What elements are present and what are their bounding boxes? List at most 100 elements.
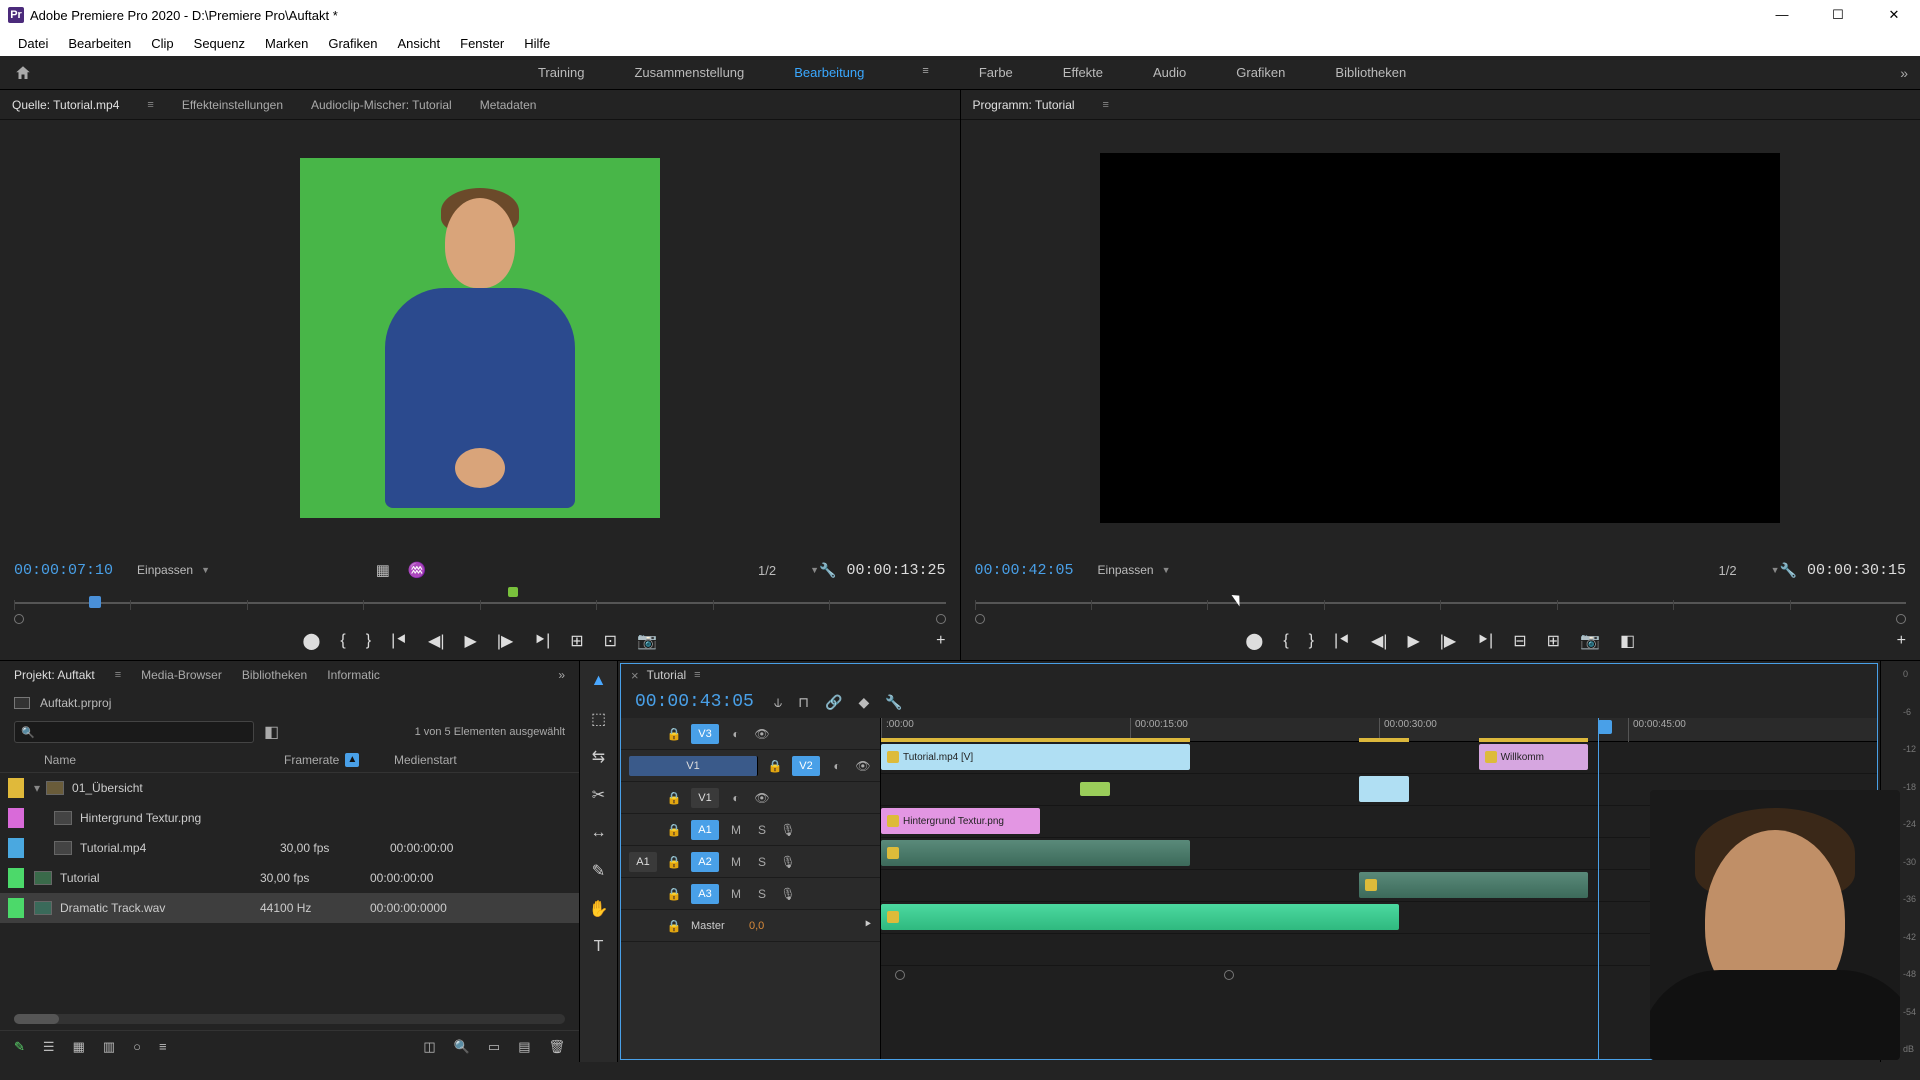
go-in-icon[interactable]: |⯇ bbox=[1334, 632, 1351, 650]
close-button[interactable]: ✕ bbox=[1876, 7, 1912, 23]
solo-button[interactable]: S bbox=[753, 853, 771, 871]
clip-image[interactable]: Hintergrund Textur.png bbox=[881, 808, 1040, 834]
source-scrubber[interactable] bbox=[14, 584, 946, 622]
drag-audio-icon[interactable]: ♒ bbox=[408, 561, 427, 579]
workspace-effekte[interactable]: Effekte bbox=[1063, 65, 1103, 80]
zoom-slider[interactable]: ○ bbox=[133, 1039, 141, 1054]
find-icon[interactable]: 🔍 bbox=[454, 1039, 470, 1055]
expand-icon[interactable]: ⯈ bbox=[863, 919, 872, 932]
project-tab-media[interactable]: Media-Browser bbox=[141, 668, 222, 682]
play-icon[interactable]: ▶ bbox=[465, 631, 477, 651]
menu-bearbeiten[interactable]: Bearbeiten bbox=[58, 36, 141, 51]
drag-video-icon[interactable]: ▦ bbox=[376, 561, 390, 579]
add-button-icon[interactable]: + bbox=[1897, 632, 1906, 650]
chevron-down-icon[interactable]: ▼ bbox=[1162, 565, 1171, 575]
icon-view-icon[interactable]: ▦ bbox=[73, 1039, 85, 1055]
tab-menu-icon[interactable]: ≡ bbox=[1103, 99, 1109, 111]
go-out-icon[interactable]: ⯈| bbox=[1476, 632, 1493, 650]
mark-out-icon[interactable]: } bbox=[1309, 632, 1314, 650]
lock-icon[interactable]: 🔒 bbox=[766, 757, 784, 775]
track-v1[interactable]: 🔒 V1 ◐ 👁 bbox=[621, 782, 880, 814]
eye-icon[interactable]: 👁 bbox=[753, 725, 771, 743]
track-master[interactable]: 🔒 Master 0,0 ⯈ bbox=[621, 910, 880, 942]
eye-icon[interactable]: 👁 bbox=[854, 757, 872, 775]
mic-icon[interactable]: 🎙 bbox=[779, 821, 797, 839]
project-search-input[interactable]: 🔍 bbox=[14, 721, 254, 743]
eye-icon[interactable]: 👁 bbox=[753, 789, 771, 807]
project-scrollbar[interactable] bbox=[14, 1014, 565, 1024]
menu-marken[interactable]: Marken bbox=[255, 36, 318, 51]
step-forward-icon[interactable]: |▶ bbox=[497, 631, 513, 651]
clip-music[interactable] bbox=[881, 904, 1399, 930]
minimize-button[interactable]: — bbox=[1764, 7, 1800, 23]
source-fit-dropdown[interactable]: Einpassen bbox=[137, 563, 193, 577]
project-item[interactable]: Tutorial30,00 fps00:00:00:00 bbox=[0, 863, 579, 893]
mark-out-icon[interactable]: } bbox=[366, 632, 371, 650]
tab-menu-icon[interactable]: ≡ bbox=[694, 669, 700, 681]
snap-icon[interactable]: ⫝ bbox=[774, 694, 782, 711]
wrench-icon[interactable]: 🔧 bbox=[1780, 562, 1797, 579]
workspace-audio[interactable]: Audio bbox=[1153, 65, 1186, 80]
source-tab-quelle[interactable]: Quelle: Tutorial.mp4 bbox=[12, 98, 119, 112]
timeline-ruler[interactable]: :00:00 00:00:15:00 00:00:30:00 00:00:45:… bbox=[881, 718, 1877, 742]
ripple-tool-icon[interactable]: ⇆ bbox=[587, 745, 611, 769]
source-tab-audio[interactable]: Audioclip-Mischer: Tutorial bbox=[311, 98, 452, 112]
source-playhead[interactable] bbox=[89, 596, 101, 608]
hand-tool-icon[interactable]: ✋ bbox=[587, 897, 611, 921]
new-item-icon[interactable]: ▤ bbox=[518, 1039, 530, 1055]
new-bin-icon[interactable]: ▭ bbox=[488, 1039, 500, 1055]
lock-icon[interactable]: 🔒 bbox=[665, 725, 683, 743]
clip-video[interactable]: Tutorial.mp4 [V] bbox=[881, 744, 1190, 770]
insert-icon[interactable]: ⊞ bbox=[570, 631, 583, 651]
track-a3[interactable]: 🔒 A3 M S 🎙 bbox=[621, 878, 880, 910]
mark-in-icon[interactable]: { bbox=[340, 632, 345, 650]
linked-icon[interactable]: 🔗 bbox=[825, 694, 842, 711]
program-timecode[interactable]: 00:00:42:05 bbox=[975, 562, 1074, 579]
mute-button[interactable]: M bbox=[727, 821, 745, 839]
lock-icon[interactable]: 🔒 bbox=[665, 853, 683, 871]
source-marker[interactable] bbox=[508, 587, 518, 597]
clip-video[interactable] bbox=[1080, 782, 1110, 796]
project-item[interactable]: Dramatic Track.wav44100 Hz00:00:00:0000 bbox=[0, 893, 579, 923]
workspace-menu-icon[interactable]: ≡ bbox=[922, 65, 928, 80]
automate-icon[interactable]: ◫ bbox=[423, 1039, 435, 1055]
list-view-icon[interactable]: ☰ bbox=[43, 1039, 55, 1055]
project-tab-projekt[interactable]: Projekt: Auftakt bbox=[14, 668, 95, 682]
col-mediastart[interactable]: Medienstart bbox=[394, 753, 514, 767]
workspace-zusammenstellung[interactable]: Zusammenstellung bbox=[634, 65, 744, 80]
workspace-bibliotheken[interactable]: Bibliotheken bbox=[1335, 65, 1406, 80]
lock-icon[interactable]: 🔒 bbox=[665, 885, 683, 903]
track-select-tool-icon[interactable]: ⬚ bbox=[587, 707, 611, 731]
menu-datei[interactable]: Datei bbox=[8, 36, 58, 51]
extract-icon[interactable]: ⊞ bbox=[1547, 631, 1560, 651]
play-icon[interactable]: ▶ bbox=[1407, 631, 1419, 651]
mic-icon[interactable]: 🎙 bbox=[779, 853, 797, 871]
workspace-overflow-icon[interactable]: » bbox=[1900, 65, 1908, 81]
go-out-icon[interactable]: ⯈| bbox=[533, 632, 550, 650]
type-tool-icon[interactable]: T bbox=[587, 935, 611, 959]
settings-icon[interactable]: 🔧 bbox=[885, 694, 902, 711]
snapshot-icon[interactable]: 📷 bbox=[637, 631, 657, 651]
solo-button[interactable]: S bbox=[753, 821, 771, 839]
project-tab-info[interactable]: Informatic bbox=[327, 668, 380, 682]
menu-clip[interactable]: Clip bbox=[141, 36, 183, 51]
project-tab-bib[interactable]: Bibliotheken bbox=[242, 668, 307, 682]
pen-tool-icon[interactable]: ✎ bbox=[587, 859, 611, 883]
source-monitor[interactable] bbox=[0, 120, 960, 556]
menu-sequenz[interactable]: Sequenz bbox=[184, 36, 255, 51]
menu-grafiken[interactable]: Grafiken bbox=[318, 36, 387, 51]
close-tab-icon[interactable]: × bbox=[631, 668, 639, 683]
program-monitor[interactable] bbox=[961, 120, 1920, 556]
workspace-bearbeitung[interactable]: Bearbeitung bbox=[794, 65, 864, 80]
marker-icon[interactable]: ⬤ bbox=[302, 631, 320, 651]
mark-in-icon[interactable]: { bbox=[1283, 632, 1288, 650]
mic-icon[interactable]: 🎙 bbox=[779, 885, 797, 903]
source-tab-metadaten[interactable]: Metadaten bbox=[480, 98, 537, 112]
track-a1[interactable]: 🔒 A1 M S 🎙 bbox=[621, 814, 880, 846]
project-item[interactable]: Tutorial.mp430,00 fps00:00:00:00 bbox=[0, 833, 579, 863]
source-v1[interactable]: V1 bbox=[629, 756, 758, 776]
lock-icon[interactable]: 🔒 bbox=[665, 917, 683, 935]
step-back-icon[interactable]: ◀| bbox=[428, 631, 444, 651]
workspace-farbe[interactable]: Farbe bbox=[979, 65, 1013, 80]
timeline-playhead[interactable] bbox=[1598, 720, 1612, 734]
